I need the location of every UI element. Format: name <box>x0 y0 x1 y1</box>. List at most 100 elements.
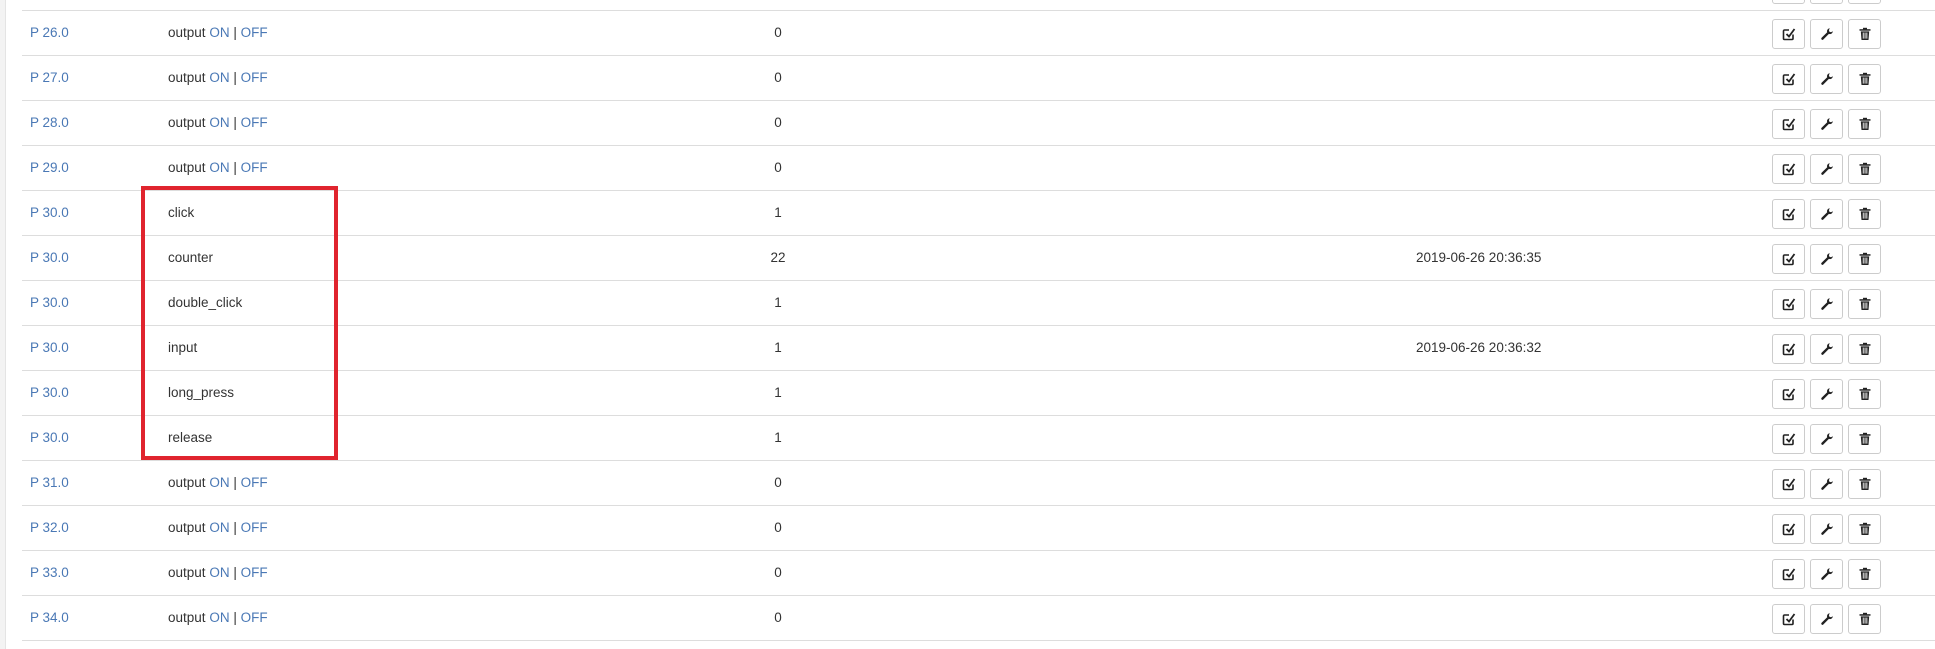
switch-on-link[interactable]: ON <box>209 115 229 130</box>
device-link[interactable]: P 31.0 <box>30 475 69 491</box>
wrench-icon <box>1820 117 1834 131</box>
configure-button[interactable] <box>1810 199 1843 229</box>
configure-button[interactable] <box>1810 0 1843 4</box>
switch-on-link[interactable]: ON <box>209 610 229 625</box>
row-actions <box>1772 244 1886 274</box>
wrench-icon <box>1820 162 1834 176</box>
trash-icon <box>1858 252 1872 266</box>
switch-off-link[interactable]: OFF <box>241 115 268 130</box>
row-actions <box>1772 559 1886 589</box>
switch-off-link[interactable]: OFF <box>241 475 268 490</box>
switch-on-link[interactable]: ON <box>209 565 229 580</box>
device-link[interactable]: P 34.0 <box>30 610 69 626</box>
delete-button[interactable] <box>1848 469 1881 499</box>
edit-button[interactable] <box>1772 559 1805 589</box>
switch-off-link[interactable]: OFF <box>241 610 268 625</box>
trash-icon <box>1858 162 1872 176</box>
wrench-icon <box>1820 612 1834 626</box>
sensor-name: output <box>168 25 206 40</box>
device-link[interactable]: P 30.0 <box>30 250 69 266</box>
edit-button[interactable] <box>1772 334 1805 364</box>
configure-button[interactable] <box>1810 334 1843 364</box>
edit-check-icon <box>1782 612 1796 626</box>
configure-button[interactable] <box>1810 64 1843 94</box>
device-link[interactable]: P 30.0 <box>30 205 69 221</box>
switch-off-link[interactable]: OFF <box>241 160 268 175</box>
edit-button[interactable] <box>1772 289 1805 319</box>
trash-icon <box>1858 522 1872 536</box>
device-link[interactable]: P 30.0 <box>30 295 69 311</box>
edit-check-icon <box>1782 252 1796 266</box>
edit-button[interactable] <box>1772 109 1805 139</box>
configure-button[interactable] <box>1810 154 1843 184</box>
configure-button[interactable] <box>1810 244 1843 274</box>
configure-button[interactable] <box>1810 604 1843 634</box>
device-link[interactable]: P 26.0 <box>30 25 69 41</box>
value-cell: 0 <box>774 520 782 535</box>
delete-button[interactable] <box>1848 514 1881 544</box>
device-link[interactable]: P 29.0 <box>30 160 69 176</box>
edit-button[interactable] <box>1772 154 1805 184</box>
configure-button[interactable] <box>1810 514 1843 544</box>
configure-button[interactable] <box>1810 379 1843 409</box>
name-cell: counter <box>168 250 213 266</box>
edit-button[interactable] <box>1772 514 1805 544</box>
delete-button[interactable] <box>1848 244 1881 274</box>
device-link[interactable]: P 28.0 <box>30 115 69 131</box>
configure-button[interactable] <box>1810 424 1843 454</box>
edit-button[interactable] <box>1772 64 1805 94</box>
edit-button[interactable] <box>1772 469 1805 499</box>
edit-button[interactable] <box>1772 379 1805 409</box>
delete-button[interactable] <box>1848 559 1881 589</box>
trash-icon <box>1858 567 1872 581</box>
switch-on-link[interactable]: ON <box>209 70 229 85</box>
separator: | <box>233 160 237 175</box>
device-link[interactable]: P 30.0 <box>30 385 69 401</box>
configure-button[interactable] <box>1810 469 1843 499</box>
delete-button[interactable] <box>1848 109 1881 139</box>
edit-button[interactable] <box>1772 244 1805 274</box>
configure-button[interactable] <box>1810 559 1843 589</box>
configure-button[interactable] <box>1810 289 1843 319</box>
switch-on-link[interactable]: ON <box>209 160 229 175</box>
configure-button[interactable] <box>1810 19 1843 49</box>
switch-on-link[interactable]: ON <box>209 475 229 490</box>
edit-button[interactable] <box>1772 604 1805 634</box>
delete-button[interactable] <box>1848 0 1881 4</box>
edit-button[interactable] <box>1772 19 1805 49</box>
value-cell: 0 <box>774 565 782 580</box>
sensor-name: double_click <box>168 295 243 310</box>
delete-button[interactable] <box>1848 379 1881 409</box>
delete-button[interactable] <box>1848 154 1881 184</box>
wrench-icon <box>1820 387 1834 401</box>
device-link[interactable]: P 27.0 <box>30 70 69 86</box>
switch-off-link[interactable]: OFF <box>241 565 268 580</box>
configure-button[interactable] <box>1810 109 1843 139</box>
switch-off-link[interactable]: OFF <box>241 520 268 535</box>
row-actions <box>1772 199 1886 229</box>
trash-icon <box>1858 612 1872 626</box>
sensor-name: counter <box>168 250 214 265</box>
switch-on-link[interactable]: ON <box>209 520 229 535</box>
table-row: P 28.0 output ON | OFF 0 <box>22 101 1935 146</box>
delete-button[interactable] <box>1848 334 1881 364</box>
delete-button[interactable] <box>1848 604 1881 634</box>
device-link[interactable]: P 33.0 <box>30 565 69 581</box>
edit-button[interactable] <box>1772 0 1805 4</box>
edit-button[interactable] <box>1772 199 1805 229</box>
device-link[interactable]: P 30.0 <box>30 340 69 356</box>
switch-off-link[interactable]: OFF <box>241 70 268 85</box>
edit-button[interactable] <box>1772 424 1805 454</box>
table-row: P 30.0 input 1 2019-06-26 20:36:32 <box>22 326 1935 371</box>
delete-button[interactable] <box>1848 19 1881 49</box>
delete-button[interactable] <box>1848 289 1881 319</box>
switch-off-link[interactable]: OFF <box>241 25 268 40</box>
sensor-name: click <box>168 205 195 220</box>
delete-button[interactable] <box>1848 64 1881 94</box>
delete-button[interactable] <box>1848 199 1881 229</box>
name-cell: output ON | OFF <box>168 160 268 176</box>
device-link[interactable]: P 30.0 <box>30 430 69 446</box>
delete-button[interactable] <box>1848 424 1881 454</box>
switch-on-link[interactable]: ON <box>209 25 229 40</box>
device-link[interactable]: P 32.0 <box>30 520 69 536</box>
